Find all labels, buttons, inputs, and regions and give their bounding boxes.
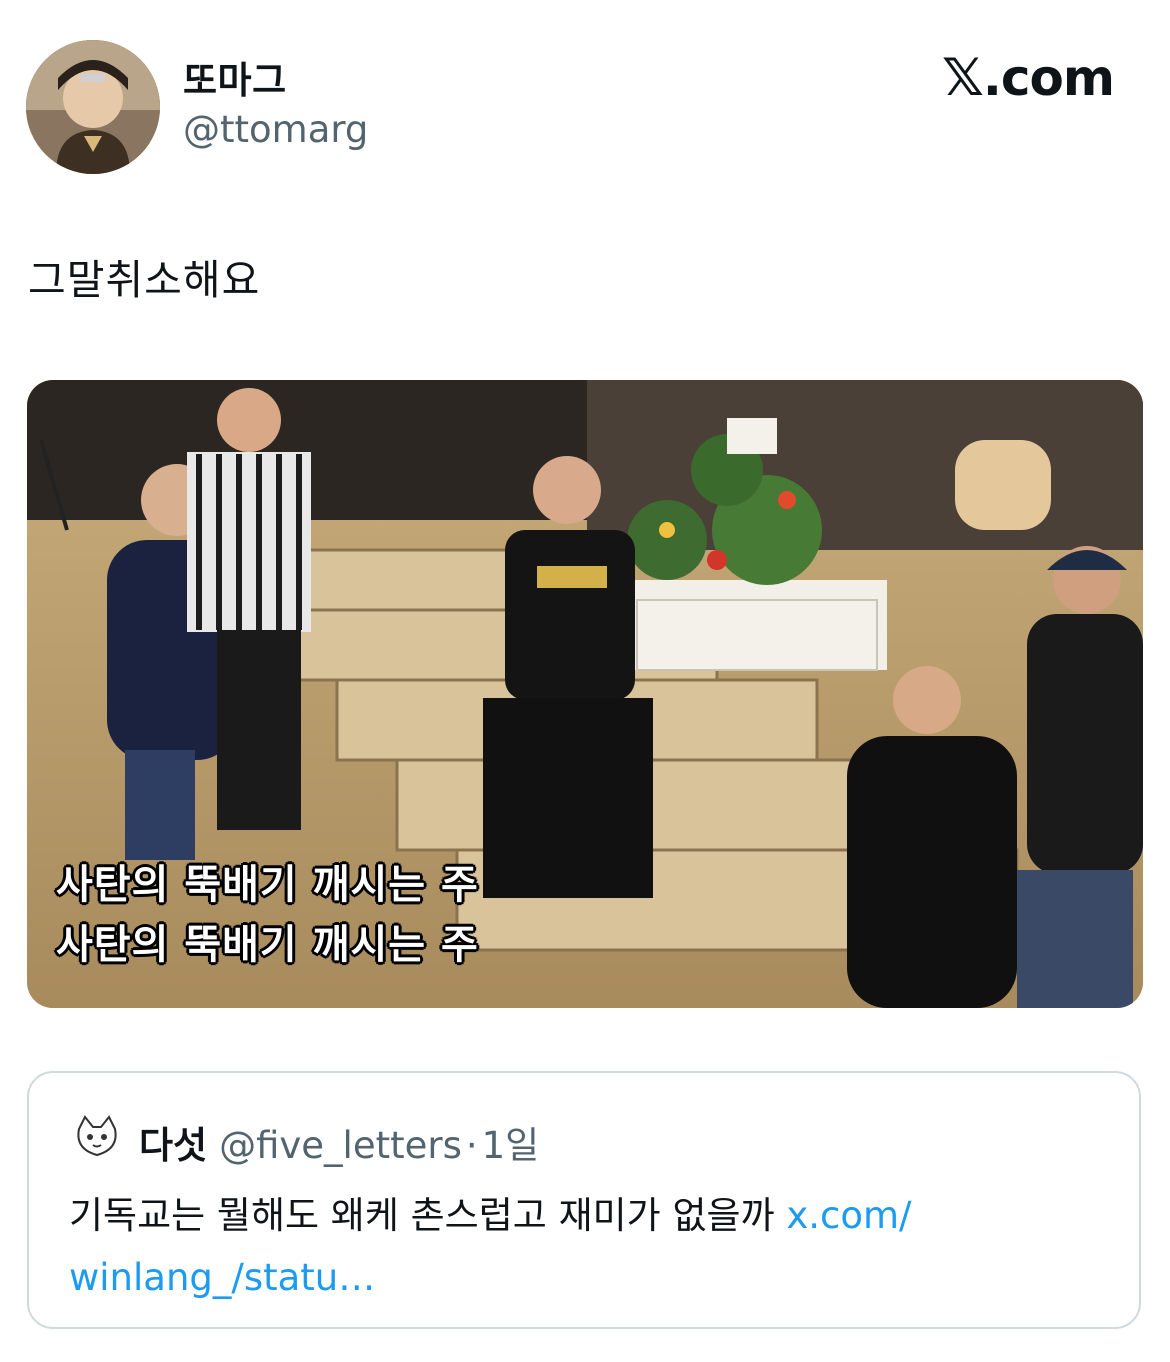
x-logo-glyph: 𝕏 — [942, 48, 984, 108]
author-display-name[interactable]: 또마그 — [183, 50, 287, 104]
quoted-tweet-link-part1[interactable]: x.com/ — [786, 1194, 911, 1237]
quoted-tweet-link-part2[interactable]: winlang_/statu… — [69, 1256, 375, 1299]
x-logo-domain: .com — [982, 49, 1115, 107]
separator-dot: · — [465, 1124, 478, 1167]
video-subtitle-line-2: 사탄의 뚝배기 깨시는 주 — [56, 922, 479, 968]
quoted-author-avatar[interactable] — [69, 1109, 125, 1165]
quoted-tweet-time[interactable]: 1일 — [482, 1124, 540, 1167]
author-handle[interactable]: @ttomarg — [183, 108, 368, 151]
quoted-author-name[interactable]: 다섯 — [139, 1124, 207, 1167]
x-logo: 𝕏 .com — [942, 48, 1115, 108]
quoted-tweet-header: 다섯 @five_letters · 1일 — [139, 1115, 539, 1169]
quoted-author-handle[interactable]: @five_letters — [219, 1124, 462, 1167]
author-avatar[interactable] — [26, 40, 160, 174]
avatar-illustration-icon — [26, 40, 160, 174]
tweet-screenshot: 또마그 @ttomarg 𝕏 .com 그말취소해요 사탄의 뚝배기 깨시는 주… — [0, 0, 1170, 1362]
tweet-text: 그말취소해요 — [28, 256, 261, 304]
video-subtitle-line-1: 사탄의 뚝배기 깨시는 주 — [56, 862, 479, 908]
quoted-tweet-body: 기독교는 뭘해도 왜케 촌스럽고 재미가 없을까 — [69, 1194, 787, 1237]
quoted-tweet[interactable]: 다섯 @five_letters · 1일 기독교는 뭘해도 왜케 촌스럽고 재미가 … — [27, 1071, 1141, 1329]
quoted-tweet-text: 기독교는 뭘해도 왜케 촌스럽고 재미가 없을까 x.com/winlang_/… — [69, 1185, 1069, 1309]
cat-avatar-icon — [69, 1109, 125, 1165]
